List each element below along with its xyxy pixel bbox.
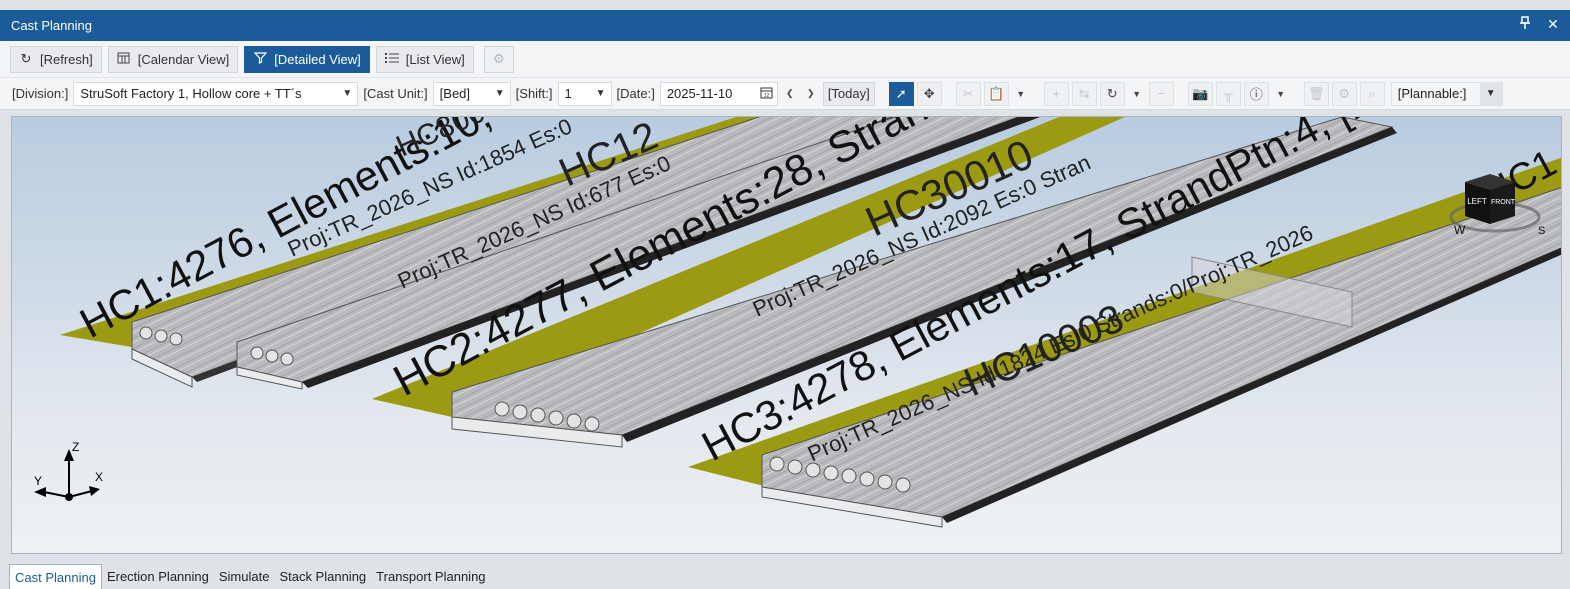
calendar-view-label: [Calendar View] bbox=[137, 51, 230, 67]
chevron-down-icon: ▼ bbox=[494, 88, 505, 99]
clipboard-icon: 📋 bbox=[988, 85, 1005, 101]
chevron-down-icon: ▼ bbox=[1016, 88, 1026, 99]
calendar-icon bbox=[117, 51, 131, 67]
warning-button[interactable]: ⓘ bbox=[1243, 81, 1269, 106]
paste-button[interactable]: 📋 bbox=[983, 81, 1009, 106]
plannable-label: [Plannable:] bbox=[1397, 86, 1467, 101]
tab-cast-planning[interactable]: Cast Planning bbox=[9, 564, 102, 589]
view-cube-front: FRONT bbox=[1491, 199, 1516, 206]
camera-button[interactable]: 📷 bbox=[1187, 81, 1213, 106]
close-icon[interactable]: ✕ bbox=[1544, 16, 1562, 33]
scissors-icon: ✂ bbox=[962, 85, 974, 101]
bottom-tab-bar: Cast Planning Erection Planning Simulate St… bbox=[0, 560, 1570, 589]
funnel-icon bbox=[253, 51, 268, 67]
remove-button[interactable]: − bbox=[1148, 81, 1174, 106]
chevron-down-icon: ▼ bbox=[1479, 82, 1502, 105]
rotate-icon: ↻ bbox=[1106, 85, 1118, 101]
swap-icon: ⇆ bbox=[1078, 85, 1090, 101]
shift-select[interactable]: 1 ▼ bbox=[557, 81, 612, 106]
shift-label: [Shift:] bbox=[515, 86, 553, 101]
axis-triad: Z Y X bbox=[34, 440, 103, 501]
pointer-icon: ➚ bbox=[895, 85, 907, 101]
date-label: [Date:] bbox=[616, 86, 655, 101]
refresh-label: [Refresh] bbox=[40, 51, 93, 67]
tab-transport-planning[interactable]: Transport Planning bbox=[371, 564, 490, 589]
add-button[interactable]: + bbox=[1043, 81, 1069, 106]
camera-icon: 📷 bbox=[1192, 85, 1209, 101]
filter-toolbar: [Division:] StruSoft Factory 1, Hollow c… bbox=[0, 78, 1570, 110]
tab-simulate[interactable]: Simulate bbox=[214, 564, 275, 589]
search-button[interactable]: ⌕ bbox=[1359, 81, 1385, 106]
bed-button[interactable]: ╥ bbox=[1215, 81, 1241, 106]
plus-icon: + bbox=[1052, 86, 1061, 101]
warning-dropdown[interactable]: ▼ bbox=[1272, 82, 1290, 106]
rotate-dropdown[interactable]: ▼ bbox=[1128, 82, 1146, 106]
today-label: [Today] bbox=[827, 86, 870, 101]
table-icon: ╥ bbox=[1223, 86, 1233, 101]
shift-value: 1 bbox=[564, 86, 572, 101]
division-label: [Division:] bbox=[12, 86, 69, 101]
settings-button[interactable]: ⚙ bbox=[483, 45, 514, 73]
division-value: StruSoft Factory 1, Hollow core + TT´s bbox=[80, 86, 302, 101]
view-toolbar: ↻ [Refresh] [Calendar View] [Detailed Vi… bbox=[0, 41, 1570, 78]
list-view-label: [List View] bbox=[405, 51, 465, 67]
date-value: 2025-11-10 bbox=[666, 86, 733, 101]
trash-icon: 🗑 bbox=[1307, 85, 1325, 101]
cut-button[interactable]: ✂ bbox=[955, 81, 981, 106]
tab-stack-planning[interactable]: Stack Planning bbox=[274, 564, 371, 589]
calendar-icon[interactable]: 12 bbox=[757, 86, 777, 102]
3d-viewport[interactable]: HC1:4276, Elements:10, StrandPtn:3, [Hol… bbox=[11, 116, 1562, 554]
search-icon: ⌕ bbox=[1368, 85, 1376, 101]
view-cube-south: S bbox=[1538, 225, 1545, 237]
previous-day-button[interactable]: ❮ bbox=[781, 82, 799, 106]
title-bar-buttons: ✕ bbox=[1516, 16, 1562, 33]
axis-z-label: Z bbox=[72, 440, 79, 454]
minus-icon: − bbox=[1157, 86, 1166, 101]
tab-erection-planning[interactable]: Erection Planning bbox=[102, 564, 214, 589]
move-button[interactable]: ✥ bbox=[916, 81, 942, 106]
chevron-down-icon: ▼ bbox=[1276, 88, 1286, 99]
detailed-view-label: [Detailed View] bbox=[274, 51, 361, 67]
calendar-view-button[interactable]: [Calendar View] bbox=[107, 45, 239, 73]
window-title: Cast Planning bbox=[11, 18, 92, 33]
rotate-button[interactable]: ↻ bbox=[1099, 81, 1125, 106]
view-cube-left: LEFT bbox=[1467, 197, 1487, 206]
alert-circle-icon: ⓘ bbox=[1249, 87, 1263, 102]
axis-y-label: Y bbox=[34, 474, 42, 488]
move-icon: ✥ bbox=[923, 85, 935, 101]
next-day-button[interactable]: ❯ bbox=[802, 82, 820, 106]
cast-unit-label: [Cast Unit:] bbox=[363, 86, 428, 101]
swap-button[interactable]: ⇆ bbox=[1071, 81, 1097, 106]
refresh-icon: ↻ bbox=[20, 51, 32, 66]
options-button[interactable]: ⚙ bbox=[1331, 81, 1357, 106]
view-cube-west: W bbox=[1454, 223, 1466, 237]
list-view-button[interactable]: [List View] bbox=[375, 45, 474, 73]
detailed-view-button[interactable]: [Detailed View] bbox=[244, 45, 370, 73]
cast-planning-window: Cast Planning ✕ ↻ [Refresh] [Calendar Vi… bbox=[0, 0, 1570, 589]
gear-icon: ⚙ bbox=[1338, 85, 1351, 101]
pointer-button[interactable]: ➚ bbox=[888, 81, 914, 106]
gear-icon: ⚙ bbox=[492, 51, 505, 66]
title-bar: Cast Planning ✕ bbox=[0, 10, 1570, 41]
chevron-down-icon: ▼ bbox=[595, 88, 606, 99]
pin-icon[interactable] bbox=[1516, 16, 1534, 33]
division-select[interactable]: StruSoft Factory 1, Hollow core + TT´s ▼ bbox=[73, 81, 359, 106]
paste-dropdown[interactable]: ▼ bbox=[1012, 82, 1030, 106]
plannable-select[interactable]: [Plannable:] ▼ bbox=[1390, 81, 1503, 106]
list-icon bbox=[384, 52, 399, 67]
today-button[interactable]: [Today] bbox=[822, 81, 875, 106]
chevron-down-icon: ▼ bbox=[1132, 88, 1142, 99]
cast-unit-value: [Bed] bbox=[439, 86, 471, 101]
svg-text:12: 12 bbox=[764, 93, 770, 99]
delete-button[interactable]: 🗑 bbox=[1303, 81, 1329, 106]
cast-unit-select[interactable]: [Bed] ▼ bbox=[432, 81, 511, 106]
date-input[interactable]: 2025-11-10 12 bbox=[659, 81, 778, 106]
refresh-button[interactable]: ↻ [Refresh] bbox=[10, 45, 102, 73]
chevron-down-icon: ▼ bbox=[342, 88, 353, 99]
axis-x-label: X bbox=[95, 470, 103, 484]
